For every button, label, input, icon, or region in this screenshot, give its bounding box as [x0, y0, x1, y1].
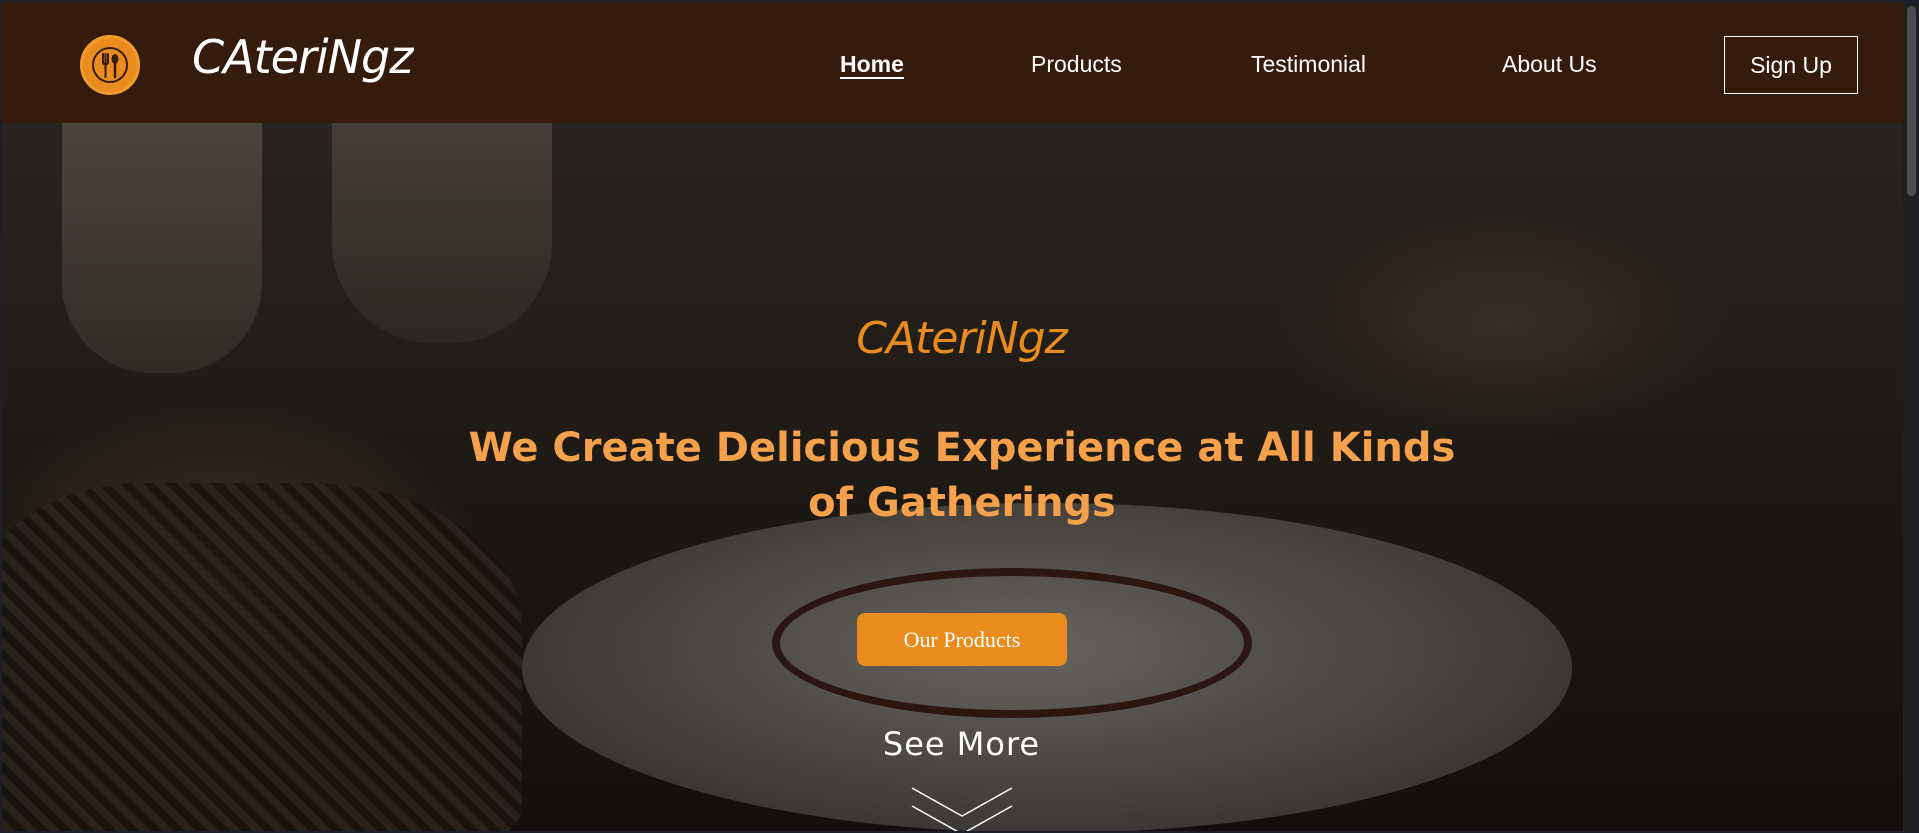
- sign-up-button[interactable]: Sign Up: [1724, 36, 1858, 94]
- hero-brand: CAteriNgz: [856, 313, 1067, 364]
- nav-testimonial[interactable]: Testimonial: [1251, 51, 1366, 78]
- nav-home[interactable]: Home: [840, 51, 904, 78]
- see-more-link[interactable]: See More: [2, 725, 1903, 763]
- our-products-button[interactable]: Our Products: [857, 613, 1067, 666]
- fork-spoon-icon[interactable]: [80, 35, 140, 95]
- nav-products[interactable]: Products: [1031, 51, 1122, 78]
- nav-about-us[interactable]: About Us: [1502, 51, 1597, 78]
- browser-viewport: CAteriNgz Home Products Testimonial Abou…: [0, 0, 1919, 833]
- navbar: CAteriNgz Home Products Testimonial Abou…: [2, 2, 1903, 123]
- hero-section: CAteriNgz We Create Delicious Experience…: [2, 123, 1903, 833]
- scrollbar-thumb[interactable]: [1907, 6, 1916, 196]
- page-scrollbar[interactable]: [1903, 2, 1917, 831]
- site-logo-text[interactable]: CAteriNgz: [192, 30, 413, 84]
- hero-background-bread-basket: [2, 483, 522, 831]
- hero-background-glass: [332, 123, 552, 343]
- double-chevron-down-icon[interactable]: [910, 786, 1014, 833]
- hero-tagline: We Create Delicious Experience at All Ki…: [468, 425, 1456, 526]
